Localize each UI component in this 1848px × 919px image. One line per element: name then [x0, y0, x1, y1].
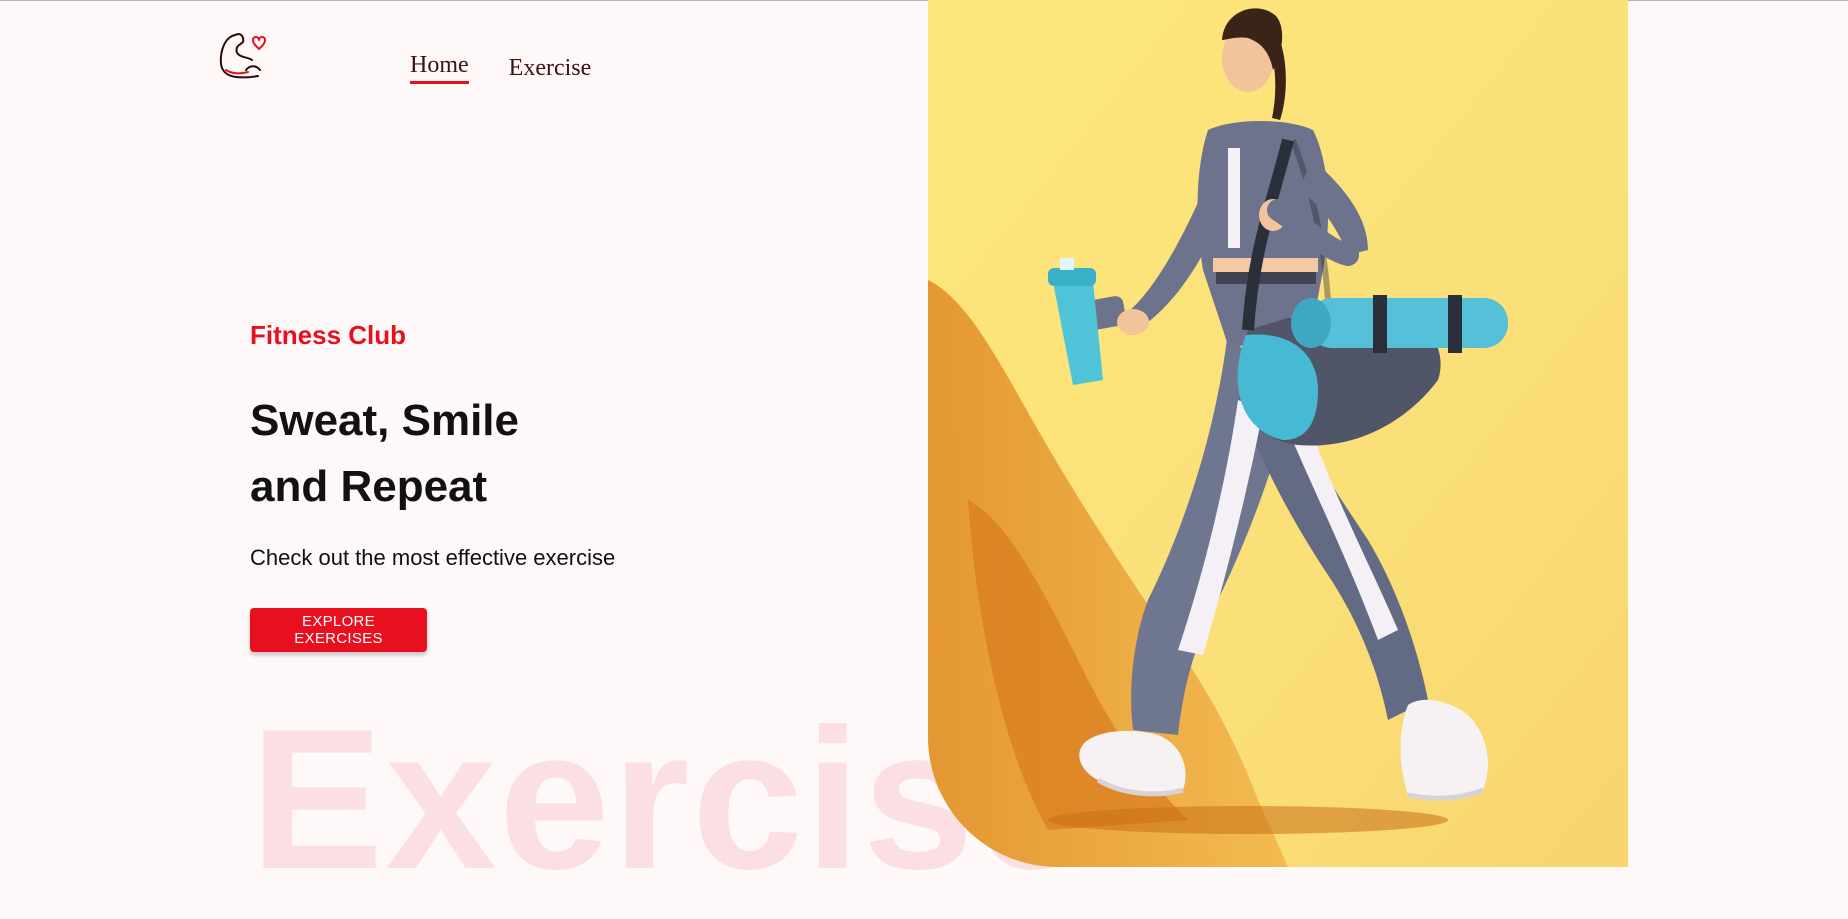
woman-walking-illustration [928, 0, 1628, 867]
logo[interactable] [218, 30, 270, 84]
hero-headline-line1: Sweat, Smile [250, 396, 520, 445]
hero-banner-image [928, 0, 1628, 867]
nav-exercise-link[interactable]: Exercise [509, 55, 592, 84]
explore-exercises-button[interactable]: EXPLORE EXERCISES [250, 608, 427, 652]
hero-tagline: Fitness Club [250, 320, 407, 350]
nav-home-link[interactable]: Home [410, 52, 469, 84]
page: Home Exercise Exercise Fitness Club Swea… [0, 0, 1848, 919]
hero-headline: Sweat, Smile and Repeat [250, 388, 519, 520]
hero-subtext: Check out the most effective exercise [250, 545, 616, 570]
main-nav: Home Exercise [410, 52, 591, 84]
hero-headline-line2: and Repeat [250, 462, 488, 511]
flexed-arm-heart-icon [219, 32, 266, 79]
